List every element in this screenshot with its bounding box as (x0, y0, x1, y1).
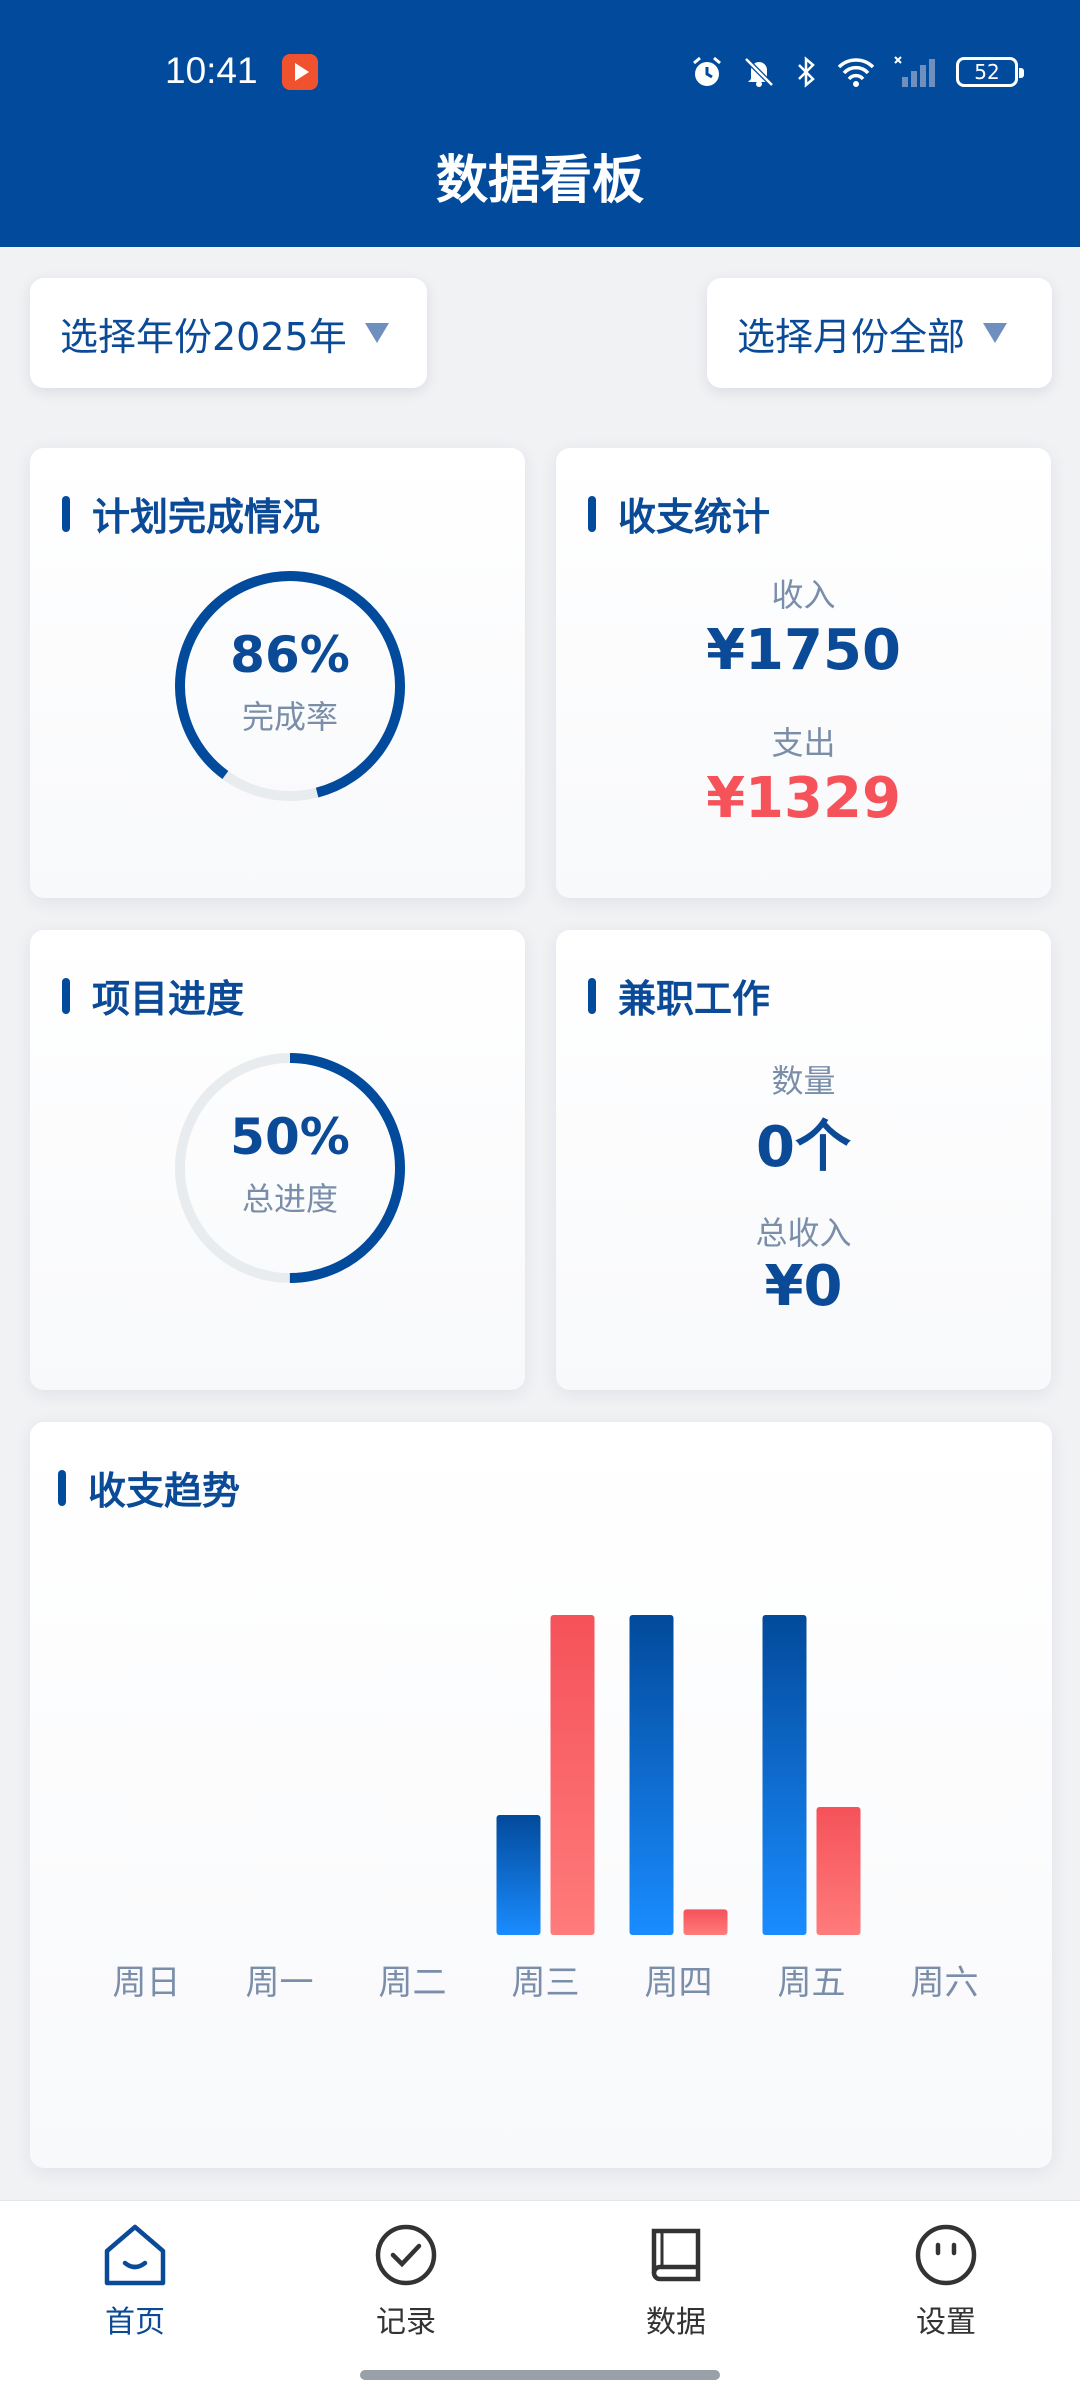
home-indicator (360, 2370, 720, 2380)
x-axis-label: 周日 (112, 1963, 181, 2003)
x-axis-label: 周三 (511, 1963, 580, 2003)
chart-bar-income (496, 1815, 541, 1935)
trend-bar-chart (496, 1615, 861, 1935)
chart-bar-expense (550, 1615, 595, 1935)
x-axis-label: 周二 (378, 1963, 447, 2003)
check-circle-icon (375, 2224, 437, 2286)
nav-records[interactable]: 记录 (326, 2219, 486, 2341)
book-icon (651, 2228, 701, 2282)
nav-settings-label: 设置 (916, 2305, 976, 2340)
chart-bar-expense (816, 1807, 861, 1935)
x-axis-label: 周五 (777, 1963, 846, 2003)
chart-bar-income (762, 1615, 807, 1935)
x-axis-label: 周一 (245, 1963, 314, 2003)
nav-data[interactable]: 数据 (596, 2219, 756, 2341)
chart-bar-income (629, 1615, 674, 1935)
chart-bar-expense (683, 1909, 728, 1935)
nav-data-label: 数据 (646, 2305, 706, 2340)
x-axis-label: 周六 (910, 1963, 979, 2003)
nav-home-label: 首页 (105, 2305, 165, 2340)
smiley-icon (915, 2224, 977, 2286)
home-icon (104, 2224, 166, 2286)
nav-home[interactable]: 首页 (55, 2219, 215, 2341)
nav-records-label: 记录 (376, 2305, 436, 2340)
x-axis-label: 周四 (644, 1963, 713, 2003)
nav-settings[interactable]: 设置 (866, 2219, 1026, 2341)
